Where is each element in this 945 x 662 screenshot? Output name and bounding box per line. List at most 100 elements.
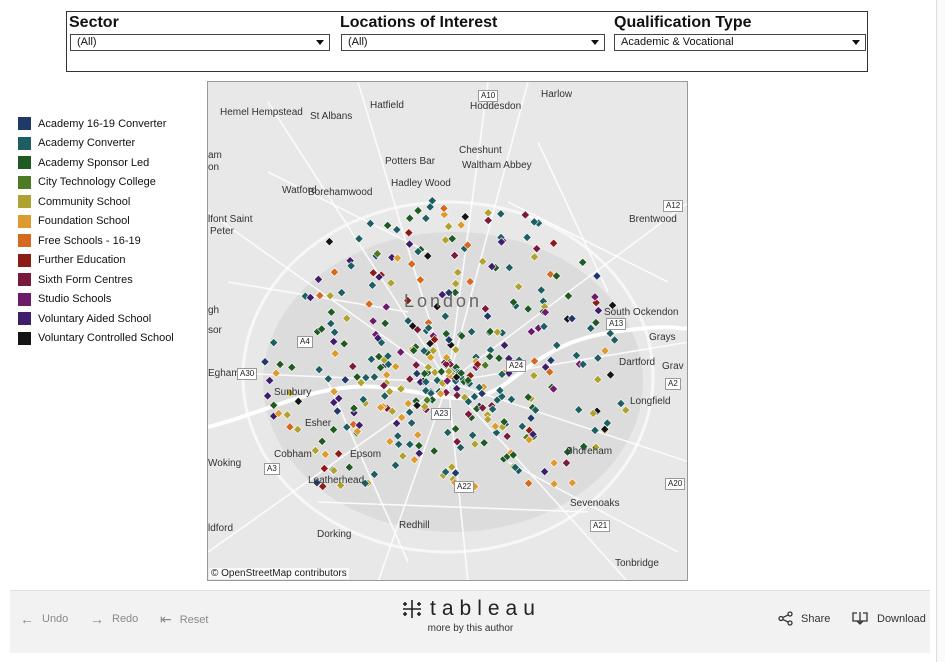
redo-button[interactable]: → Redo bbox=[90, 611, 138, 627]
share-button[interactable]: Share bbox=[778, 611, 830, 626]
legend-label: Free Schools - 16-19 bbox=[38, 234, 141, 247]
school-marker bbox=[324, 237, 335, 247]
legend-label: Studio Schools bbox=[38, 293, 112, 306]
sector-select-value: (All) bbox=[77, 36, 97, 48]
legend-swatch bbox=[18, 117, 31, 131]
place-label: Brentwood bbox=[629, 214, 677, 225]
school-marker bbox=[392, 225, 402, 235]
legend-swatch bbox=[18, 156, 31, 170]
school-marker bbox=[354, 234, 364, 244]
map-attribution: © OpenStreetMap contributors bbox=[209, 568, 349, 579]
reset-label: Reset bbox=[179, 613, 209, 626]
road-shield: A2 bbox=[665, 378, 681, 390]
place-label: Dartford bbox=[619, 357, 656, 368]
place-label: Waltham Abbey bbox=[462, 160, 532, 171]
download-icon bbox=[852, 612, 868, 625]
place-label: am bbox=[208, 150, 222, 161]
legend-label: Further Education bbox=[38, 254, 126, 267]
legend-item[interactable]: City Technology College bbox=[18, 173, 174, 193]
undo-arrow-icon: ← bbox=[20, 611, 34, 627]
school-marker bbox=[456, 220, 466, 230]
legend-swatch bbox=[18, 253, 31, 267]
place-label: on bbox=[208, 162, 220, 173]
school-marker bbox=[405, 213, 415, 223]
legend-item[interactable]: Free Schools - 16-19 bbox=[18, 231, 174, 251]
tableau-logo-link[interactable]: tableau more by this author bbox=[400, 597, 541, 634]
place-label: Tonbridge bbox=[615, 558, 659, 569]
place-label: Harlow bbox=[541, 89, 573, 100]
locations-filter-label: Locations of Interest bbox=[340, 14, 498, 31]
legend-swatch bbox=[18, 331, 31, 345]
school-marker bbox=[421, 213, 431, 223]
bottom-toolbar: ← Undo → Redo ⇤ Reset tableau more by th… bbox=[10, 590, 930, 653]
place-label: Potters Bar bbox=[385, 156, 436, 167]
school-marker bbox=[439, 203, 449, 213]
legend-item[interactable]: Voluntary Controlled School bbox=[18, 329, 174, 349]
legend-label: Foundation School bbox=[38, 215, 130, 228]
place-label: Dorking bbox=[317, 529, 352, 540]
redo-label: Redo bbox=[112, 613, 139, 625]
redo-arrow-icon: → bbox=[90, 611, 104, 627]
locations-filter: Locations of Interest (All) bbox=[338, 12, 606, 51]
place-label: Cobham bbox=[274, 449, 312, 460]
legend-swatch bbox=[18, 136, 31, 150]
road-shield: A12 bbox=[663, 200, 684, 212]
legend-item[interactable]: Voluntary Aided School bbox=[18, 309, 174, 329]
legend-swatch bbox=[18, 273, 31, 287]
sector-select[interactable]: (All) bbox=[70, 34, 330, 51]
legend-item[interactable]: Foundation School bbox=[18, 212, 174, 232]
locations-select-value: (All) bbox=[348, 36, 368, 48]
chevron-down-icon bbox=[591, 40, 599, 45]
legend-swatch bbox=[18, 292, 31, 306]
school-marker bbox=[483, 208, 493, 218]
qualification-select-value: Academic & Vocational bbox=[621, 36, 734, 48]
legend-item[interactable]: Academy Converter bbox=[18, 134, 174, 154]
download-button[interactable]: Download bbox=[852, 611, 926, 626]
legend-label: Academy 16-19 Converter bbox=[38, 117, 167, 130]
legend-item[interactable]: Studio Schools bbox=[18, 290, 174, 310]
school-marker bbox=[548, 238, 559, 248]
legend-label: Voluntary Controlled School bbox=[38, 332, 174, 345]
school-marker bbox=[413, 205, 423, 216]
tableau-wordmark: tableau bbox=[430, 597, 541, 620]
school-map[interactable]: © OpenStreetMap contributors Hemel Hemps… bbox=[207, 81, 688, 581]
legend-label: Sixth Form Centres bbox=[38, 273, 133, 286]
legend-item[interactable]: Further Education bbox=[18, 251, 174, 271]
place-label: Hoddesdon bbox=[470, 101, 522, 112]
school-marker bbox=[496, 209, 506, 219]
legend-item[interactable]: Community School bbox=[18, 192, 174, 212]
place-label: Redhill bbox=[399, 520, 430, 531]
undo-button[interactable]: ← Undo bbox=[20, 611, 68, 627]
tableau-cross-icon bbox=[403, 600, 421, 618]
road-shield: A4 bbox=[297, 336, 313, 348]
reset-icon: ⇤ bbox=[160, 611, 172, 627]
school-marker bbox=[522, 232, 532, 243]
legend-item[interactable]: Academy Sponsor Led bbox=[18, 153, 174, 173]
more-by-author-link[interactable]: more by this author bbox=[400, 623, 541, 634]
place-label: Longfield bbox=[630, 396, 671, 407]
locations-select[interactable]: (All) bbox=[341, 34, 605, 51]
road-shield: A3 bbox=[264, 463, 280, 475]
road-shield: A21 bbox=[590, 520, 611, 532]
sector-filter-label: Sector bbox=[69, 14, 119, 31]
tableau-logo: tableau bbox=[400, 597, 541, 621]
legend-swatch bbox=[18, 195, 31, 209]
place-label: Epsom bbox=[350, 449, 382, 460]
legend-label: Voluntary Aided School bbox=[38, 312, 152, 325]
qualification-select[interactable]: Academic & Vocational bbox=[614, 34, 866, 51]
reset-button[interactable]: ⇤ Reset bbox=[160, 611, 208, 628]
road-shield: A30 bbox=[237, 368, 258, 380]
legend-item[interactable]: Academy 16-19 Converter bbox=[18, 114, 174, 134]
place-label: Grav bbox=[662, 361, 684, 372]
place-label: Woking bbox=[208, 458, 242, 469]
place-label: ldford bbox=[208, 523, 234, 534]
place-label: sor bbox=[208, 325, 222, 336]
place-label: Egham bbox=[208, 368, 240, 379]
place-label: Sunbury bbox=[274, 387, 312, 398]
legend-label: Academy Converter bbox=[38, 137, 136, 150]
legend-item[interactable]: Sixth Form Centres bbox=[18, 270, 174, 290]
place-label: Leatherhead bbox=[308, 475, 365, 486]
place-label: gh bbox=[208, 305, 220, 316]
road-shield: A13 bbox=[606, 318, 627, 330]
road-shield: A22 bbox=[454, 481, 475, 493]
